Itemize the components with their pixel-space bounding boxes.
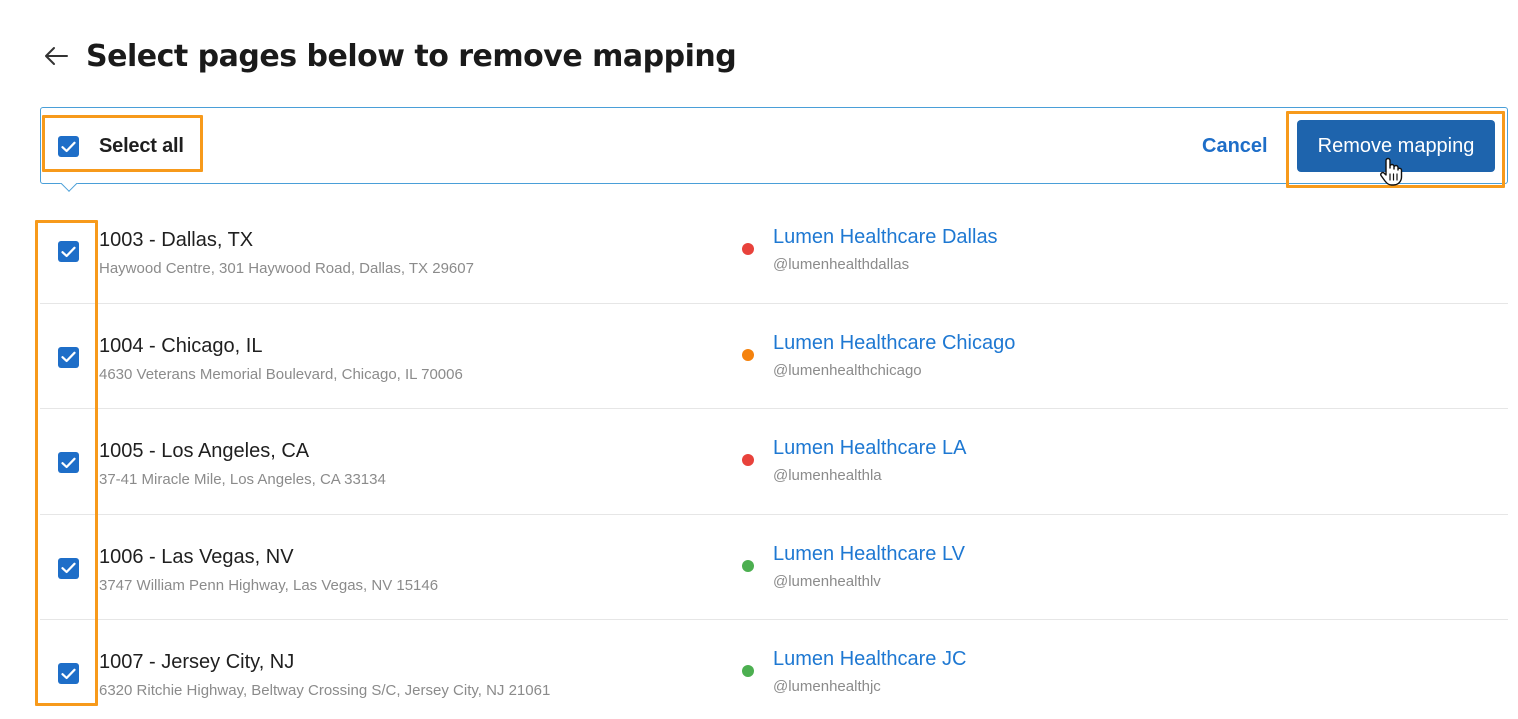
location-address: Haywood Centre, 301 Haywood Road, Dallas… — [99, 260, 474, 277]
location-name: 1003 - Dallas, TX — [99, 229, 254, 251]
select-all-label: Select all — [99, 135, 184, 157]
select-all-checkbox[interactable] — [58, 136, 79, 157]
status-dot — [742, 348, 754, 361]
location-info: 1007 - Jersey City, NJ 6320 Ritchie High… — [99, 651, 550, 699]
status-dot — [742, 665, 754, 677]
page-info: Lumen Healthcare LV @lumenhealthlv — [773, 543, 965, 590]
page: Select pages below to remove mapping Sel… — [0, 0, 1518, 719]
page-handle: @lumenhealthla — [773, 467, 882, 484]
checkmark-icon — [61, 246, 76, 257]
row-checkbox[interactable] — [58, 663, 79, 684]
checkmark-icon — [61, 351, 76, 363]
page-info: Lumen Healthcare JC @lumenhealthjc — [773, 648, 966, 695]
page-handle: @lumenhealthdallas — [773, 256, 910, 273]
status-dot — [742, 559, 754, 572]
location-name: 1005 - Los Angeles, CA — [99, 440, 310, 462]
list-item: 1003 - Dallas, TX Haywood Centre, 301 Ha… — [40, 198, 1508, 304]
list-item: 1004 - Chicago, IL 4630 Veterans Memoria… — [40, 304, 1508, 409]
page-info: Lumen Healthcare Dallas @lumenhealthdall… — [773, 226, 998, 273]
select-all-control[interactable]: Select all — [58, 135, 184, 158]
remove-mapping-button[interactable]: Remove mapping — [1297, 120, 1495, 172]
location-info: 1005 - Los Angeles, CA 37-41 Miracle Mil… — [99, 440, 386, 488]
location-address: 37-41 Miracle Mile, Los Angeles, CA 3313… — [99, 471, 386, 488]
location-info: 1003 - Dallas, TX Haywood Centre, 301 Ha… — [99, 229, 474, 277]
list-item: 1006 - Las Vegas, NV 3747 William Penn H… — [40, 515, 1508, 620]
row-checkbox[interactable] — [58, 241, 79, 262]
cancel-button[interactable]: Cancel — [1196, 130, 1274, 162]
location-name: 1007 - Jersey City, NJ — [99, 651, 295, 673]
location-name: 1006 - Las Vegas, NV — [99, 545, 294, 568]
page-name-link[interactable]: Lumen Healthcare JC — [773, 648, 966, 671]
location-address: 3747 William Penn Highway, Las Vegas, NV… — [99, 576, 439, 594]
list-item: 1007 - Jersey City, NJ 6320 Ritchie High… — [40, 620, 1508, 719]
location-address: 6320 Ritchie Highway, Beltway Crossing S… — [99, 682, 551, 699]
page-name-link[interactable]: Lumen Healthcare LA — [773, 437, 966, 460]
checkmark-icon — [61, 668, 76, 679]
checkmark-icon — [61, 141, 76, 152]
location-address: 4630 Veterans Memorial Boulevard, Chicag… — [99, 365, 463, 383]
location-info: 1004 - Chicago, IL 4630 Veterans Memoria… — [99, 335, 463, 383]
location-list: 1003 - Dallas, TX Haywood Centre, 301 Ha… — [40, 198, 1508, 719]
page-handle: @lumenhealthchicago — [773, 361, 922, 379]
checkmark-icon — [61, 457, 76, 468]
location-info: 1006 - Las Vegas, NV 3747 William Penn H… — [99, 546, 438, 594]
page-header: Select pages below to remove mapping — [42, 34, 737, 78]
toolbar-pointer — [59, 183, 79, 197]
page-handle: @lumenhealthlv — [773, 572, 881, 590]
status-dot — [742, 454, 754, 466]
status-dot — [742, 243, 754, 255]
checkmark-icon — [61, 562, 76, 574]
row-checkbox[interactable] — [58, 346, 79, 368]
page-info: Lumen Healthcare LA @lumenhealthla — [773, 437, 966, 484]
page-info: Lumen Healthcare Chicago @lumenhealthchi… — [773, 332, 1015, 379]
row-checkbox[interactable] — [58, 557, 79, 579]
page-handle: @lumenhealthjc — [773, 678, 881, 695]
selection-toolbar — [40, 107, 1508, 184]
page-name-link[interactable]: Lumen Healthcare Chicago — [773, 332, 1015, 355]
list-item: 1005 - Los Angeles, CA 37-41 Miracle Mil… — [40, 409, 1508, 515]
page-title: Select pages below to remove mapping — [86, 38, 737, 74]
page-name-link[interactable]: Lumen Healthcare LV — [773, 543, 965, 566]
row-checkbox[interactable] — [58, 452, 79, 473]
location-name: 1004 - Chicago, IL — [99, 334, 263, 357]
page-name-link[interactable]: Lumen Healthcare Dallas — [773, 226, 998, 249]
arrow-left-icon[interactable] — [42, 44, 70, 68]
